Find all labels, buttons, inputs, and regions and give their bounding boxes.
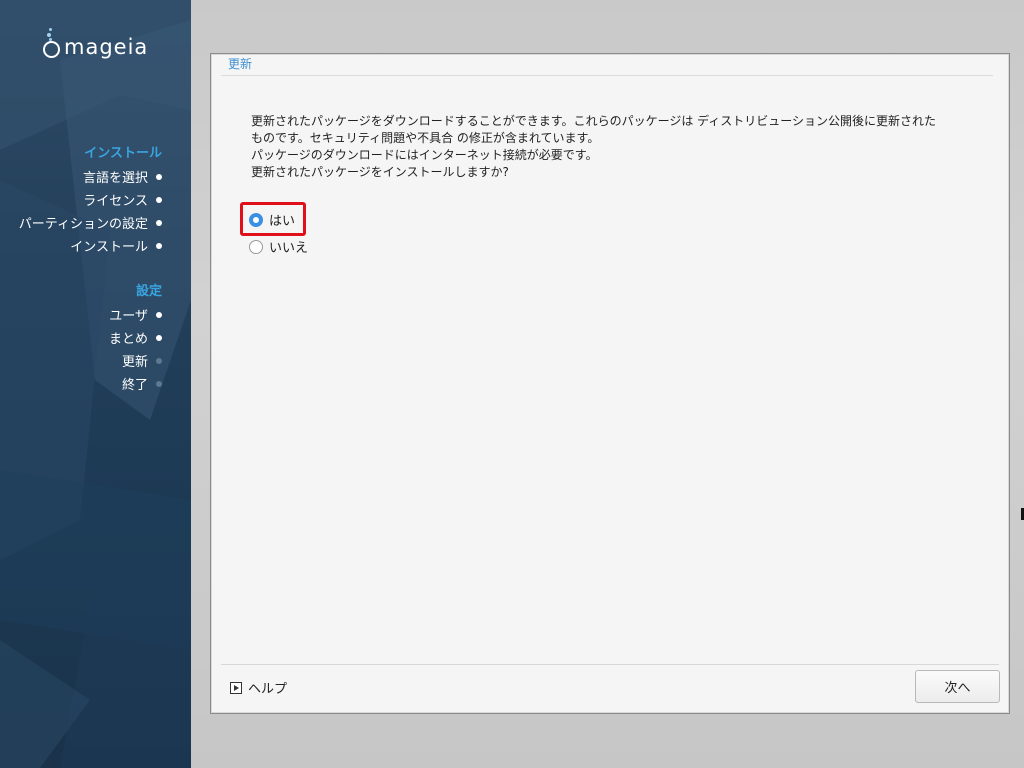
updates-panel: 更新 更新されたパッケージをダウンロードすることができます。これらのパッケージは…: [210, 53, 1010, 714]
mageia-logo: mageia: [42, 28, 148, 58]
nav-item-partitioning: パーティションの設定: [19, 211, 162, 234]
step-pending-icon: [156, 380, 162, 387]
step-complete-icon: [156, 334, 162, 341]
nav-group-config: 設定 ユーザ まとめ 更新 終了: [109, 280, 162, 395]
step-complete-icon: [156, 242, 162, 249]
step-complete-icon: [156, 219, 162, 226]
nav-item-language: 言語を選択: [19, 165, 162, 188]
sidebar: mageia インストール 言語を選択 ライセンス パーティションの設定 インス…: [0, 0, 191, 768]
description-line: 更新されたパッケージをインストールしますか?: [251, 165, 509, 179]
nav-item-user: ユーザ: [109, 303, 162, 326]
nav-header-install: インストール: [84, 146, 162, 161]
help-label[interactable]: ヘルプ: [248, 678, 287, 697]
radio-no-label[interactable]: いいえ: [269, 237, 308, 256]
footer-divider: [221, 664, 999, 665]
step-complete-icon: [156, 173, 162, 180]
nav-item-updates: 更新: [109, 349, 162, 372]
expand-arrow-icon[interactable]: [230, 681, 242, 694]
mageia-cauldron-icon: [42, 28, 60, 58]
radio-no[interactable]: いいえ: [249, 237, 308, 256]
radio-unchecked-icon[interactable]: [249, 239, 263, 254]
step-complete-icon: [156, 311, 162, 318]
panel-title: 更新: [228, 57, 253, 71]
nav-group-install: インストール 言語を選択 ライセンス パーティションの設定 インストール: [19, 142, 162, 257]
step-current-icon: [156, 357, 162, 364]
next-button[interactable]: 次へ: [915, 670, 1000, 703]
title-divider: [221, 75, 993, 76]
description-line: 更新されたパッケージをダウンロードすることができます。これらのパッケージは ディ…: [251, 114, 937, 128]
nav-item-finish: 終了: [109, 372, 162, 395]
nav-header-config: 設定: [135, 284, 162, 299]
nav-item-license: ライセンス: [19, 188, 162, 211]
step-complete-icon: [156, 196, 162, 203]
radio-yes-label[interactable]: はい: [269, 210, 295, 229]
description-line: ものです。セキュリティ問題や不具合 の修正が含まれています。: [251, 131, 600, 145]
logo-text: mageia: [64, 35, 149, 59]
description-line: パッケージのダウンロードにはインターネット接続が必要です。: [251, 148, 598, 162]
help-button[interactable]: ヘルプ: [230, 678, 287, 697]
radio-checked-icon[interactable]: [249, 212, 263, 227]
nav-item-summary: まとめ: [109, 326, 162, 349]
sidebar-background-art: [0, 0, 191, 768]
nav-item-installation: インストール: [19, 234, 162, 257]
radio-yes[interactable]: はい: [249, 210, 295, 229]
updates-description: 更新されたパッケージをダウンロードすることができます。これらのパッケージは ディ…: [251, 113, 1001, 181]
